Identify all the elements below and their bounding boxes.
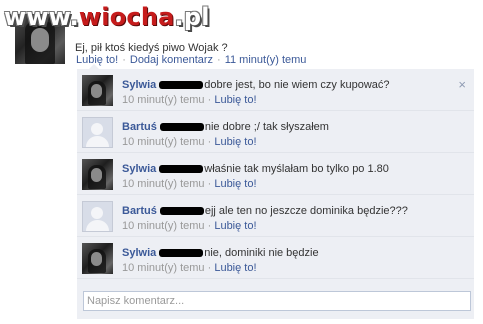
meta-separator: · [217, 54, 221, 66]
meta-separator: · [207, 220, 212, 232]
comment-author[interactable]: Sylwia [122, 247, 156, 259]
post-timestamp[interactable]: 11 minut(y) temu [225, 54, 307, 66]
comment-text: ejj ale ten no jeszcze dominika będzie??… [204, 205, 408, 217]
comment-text: nie, dominiki nie będzie [204, 247, 319, 259]
comment-item: Bartuś nie dobre ;/ tak słyszałem 10 minu… [77, 111, 474, 153]
add-comment-link[interactable]: Dodaj komentarz [130, 54, 213, 66]
meta-separator: · [207, 94, 212, 106]
comment-time: 10 minut(y) temu [122, 94, 205, 106]
watermark-prefix: www. [4, 3, 79, 31]
commenter-avatar[interactable] [82, 159, 113, 190]
comment-like-link[interactable]: Lubię to! [214, 262, 256, 274]
redacted-surname-bar [159, 123, 204, 132]
comment-time: 10 minut(y) temu [122, 178, 205, 190]
comment-input[interactable] [83, 291, 471, 311]
comment-like-link[interactable]: Lubię to! [214, 178, 256, 190]
redacted-surname-bar [159, 81, 204, 90]
watermark-brand: wiocha [78, 3, 175, 31]
comment-item: Sylwia dobre jest, bo nie wiem czy kupowa… [77, 69, 474, 111]
comment-item: Sylwia nie, dominiki nie będzie 10 minut(… [77, 237, 474, 279]
comment-item: Sylwia właśnie tak myślałam bo tylko po 1… [77, 153, 474, 195]
comment-like-link[interactable]: Lubię to! [214, 220, 256, 232]
post-text: Ej, pił ktoś kiedyś piwo Wojak ? [75, 42, 228, 54]
comment-text: nie dobre ;/ tak słyszałem [204, 121, 329, 133]
comment-author[interactable]: Sylwia [122, 79, 156, 91]
redacted-surname-bar [159, 249, 204, 258]
comment-author[interactable]: Sylwia [122, 163, 156, 175]
commenter-avatar[interactable] [82, 201, 113, 232]
meta-separator: · [207, 262, 212, 274]
site-watermark: www.wiocha.pl [4, 3, 210, 31]
comment-author[interactable]: Bartuś [122, 205, 157, 217]
redacted-surname-bar [159, 165, 204, 174]
comment-like-link[interactable]: Lubię to! [214, 94, 256, 106]
watermark-suffix: .pl [174, 3, 210, 31]
meta-separator: · [207, 178, 212, 190]
commenter-avatar[interactable] [82, 243, 113, 274]
commenter-avatar[interactable] [82, 117, 113, 148]
meta-separator: · [122, 54, 126, 66]
comment-time: 10 minut(y) temu [122, 262, 205, 274]
comments-panel: Sylwia dobre jest, bo nie wiem czy kupowa… [77, 64, 474, 319]
comment-text: dobre jest, bo nie wiem czy kupować? [204, 79, 390, 91]
comment-time: 10 minut(y) temu [122, 220, 205, 232]
close-icon[interactable]: × [458, 77, 466, 92]
comment-time: 10 minut(y) temu [122, 136, 205, 148]
comment-like-link[interactable]: Lubię to! [214, 136, 256, 148]
comment-item: Bartuś ejj ale ten no jeszcze dominika bę… [77, 195, 474, 237]
commenter-avatar[interactable] [82, 75, 113, 106]
meta-separator: · [207, 136, 212, 148]
comment-text: właśnie tak myślałam bo tylko po 1.80 [204, 163, 389, 175]
post-meta: Lubię to! · Dodaj komentarz · 11 minut(y) te… [76, 54, 306, 66]
redacted-surname-bar [159, 207, 204, 216]
comment-author[interactable]: Bartuś [122, 121, 157, 133]
